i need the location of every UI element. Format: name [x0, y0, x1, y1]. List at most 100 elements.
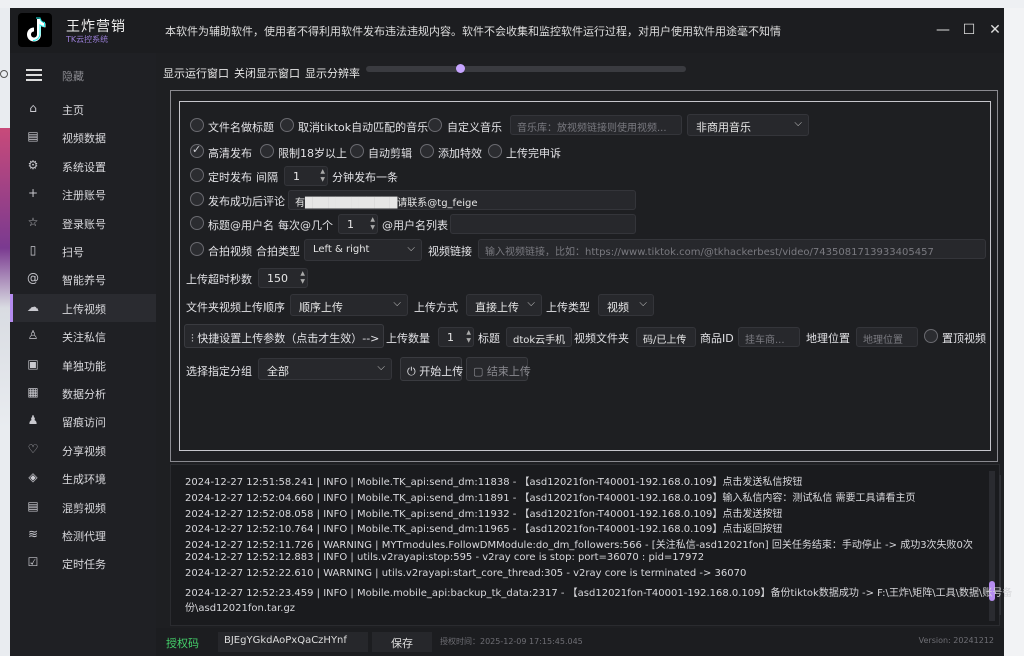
app-window: 王炸营销 TK云控系统 本软件为辅助软件，使用者不得利用软件发布违法违规内容。软…: [10, 8, 1012, 656]
start-upload-button[interactable]: ⏻ 开始上传: [400, 357, 463, 381]
checklist-icon: ☑: [27, 555, 39, 570]
sidebar-item-3[interactable]: + 注册账号: [10, 180, 156, 208]
duet-radio[interactable]: [190, 242, 204, 256]
upload-mode-label: 上传方式: [414, 301, 458, 314]
comment-after-radio[interactable]: [190, 192, 204, 206]
sidebar-item-14[interactable]: ▤ 混剪视频: [10, 493, 156, 521]
sidebar-item-9[interactable]: ▣ 单独功能: [10, 351, 156, 379]
sidebar-item-13[interactable]: ◈ 生成环境: [10, 464, 156, 492]
sidebar-item-10[interactable]: ▦ 数据分析: [10, 379, 156, 407]
upload-type-select[interactable]: 视频 ⌵: [598, 294, 654, 316]
sidebar-item-12[interactable]: ♡ 分享视频: [10, 436, 156, 464]
product-id-input[interactable]: 挂车商...: [738, 327, 800, 347]
interval-label: 间隔: [256, 171, 278, 184]
comment-input[interactable]: 有████████████请联系@tg_feige: [288, 190, 636, 210]
location-input[interactable]: 地理位置: [856, 327, 918, 347]
limit-18-radio[interactable]: [260, 144, 274, 158]
user-list-input[interactable]: [450, 214, 636, 234]
show-window-button[interactable]: 显示运行窗口: [163, 65, 229, 81]
custom-music-radio[interactable]: [428, 118, 442, 132]
music-library-input[interactable]: 音乐库：放视频链接则使用视频...: [510, 115, 682, 135]
sidebar-toggle[interactable]: 隐藏: [10, 61, 156, 89]
log-output[interactable]: 2024-12-27 12:51:58.241 | INFO | Mobile.…: [170, 464, 1012, 626]
disclaimer-notice: 本软件为辅助软件，使用者不得利用软件发布违法违规内容。软件不会收集和监控软件运行…: [165, 25, 781, 38]
users-icon: ♟: [27, 413, 39, 428]
save-button[interactable]: 保存: [372, 632, 432, 652]
minimize-button[interactable]: —: [934, 21, 952, 39]
group-select[interactable]: 全部 ⌵: [258, 358, 392, 380]
app-subtitle: TK云控系统: [66, 35, 109, 44]
sidebar-item-4[interactable]: ☆ 登录账号: [10, 209, 156, 237]
chevron-down-icon: ⌵: [377, 362, 385, 373]
sidebar-item-16[interactable]: ☑ 定时任务: [10, 549, 156, 577]
filename-title-radio[interactable]: [190, 118, 204, 132]
sidebar-item-label: 混剪视频: [62, 501, 106, 515]
sidebar-item-5[interactable]: ▯ 扫号: [10, 237, 156, 265]
sidebar-item-2[interactable]: ⚙ 系统设置: [10, 152, 156, 180]
hd-publish-checkbox[interactable]: [190, 143, 204, 158]
cancel-music-label: 取消tiktok自动匹配的音乐: [298, 121, 429, 134]
app-name: 王炸营销: [66, 19, 126, 35]
stop-upload-button[interactable]: ▢ 结束上传: [466, 357, 531, 381]
sidebar-item-7[interactable]: ☁ 上传视频: [10, 293, 156, 322]
log-line: 2024-12-27 12:52:04.660 | INFO | Mobile.…: [185, 492, 916, 504]
timeout-spinner[interactable]: 150 ▲ ▼: [258, 268, 308, 288]
video-link-input[interactable]: 输入视频链接，比如：https://www.tiktok.com/@tkhack…: [478, 239, 986, 259]
title-at-user-radio[interactable]: [190, 216, 204, 230]
sidebar: 隐藏 ⌂ 主页 ▤ 视频数据 ⚙ 系统设置 + 注册账号 ☆ 登录账号 ▯ 扫号 @ 智能养号 ☁ 上传视频 ♙…: [10, 53, 156, 656]
interval-unit: 分钟发布一条: [332, 171, 398, 184]
license-expiry: 授权时间：2025-12-09 17:15:45.045: [440, 637, 583, 646]
video-folder-input[interactable]: 码/已上传: [636, 327, 696, 347]
timeout-label: 上传超时秒数: [186, 273, 252, 286]
sidebar-item-label: 关注私信: [62, 331, 106, 345]
hide-window-button[interactable]: 关闭显示窗口: [234, 65, 300, 81]
slider-thumb[interactable]: [455, 64, 465, 73]
upload-count-spinner[interactable]: 1 ▲ ▼: [438, 327, 474, 347]
stop-icon: ▢: [473, 365, 487, 378]
film-strip-icon: ▤: [27, 498, 39, 513]
menu-icon[interactable]: [26, 69, 42, 81]
resolution-slider[interactable]: [366, 64, 686, 73]
cancel-music-radio[interactable]: [280, 118, 294, 132]
sidebar-item-label: 扫号: [62, 246, 84, 259]
auto-clip-radio[interactable]: [350, 144, 364, 158]
power-icon: ⏻: [407, 365, 420, 378]
close-button[interactable]: ✕: [986, 21, 1004, 39]
maximize-button[interactable]: ☐: [960, 21, 978, 39]
comment-after-label: 发布成功后评论: [208, 195, 285, 208]
scheduled-radio[interactable]: [190, 168, 204, 182]
quick-setting-button[interactable]: ⫶ 快捷设置上传参数（点击才生效）-->: [184, 324, 384, 348]
sidebar-item-0[interactable]: ⌂ 主页: [10, 95, 156, 123]
sidebar-item-label: 登录账号: [62, 217, 106, 231]
license-code-input[interactable]: BJEgYGkdAoPxQaCzHYnf: [218, 632, 368, 652]
sidebar-item-label: 上传视频: [62, 302, 106, 316]
sidebar-item-1[interactable]: ▤ 视频数据: [10, 123, 156, 151]
interval-spinner[interactable]: 1 ▲ ▼: [284, 166, 328, 186]
phone-icon: ▯: [29, 243, 37, 257]
sidebar-item-6[interactable]: @ 智能养号: [10, 265, 156, 293]
duet-type-select[interactable]: Left & right ⌵: [304, 239, 422, 261]
add-effects-radio[interactable]: [420, 144, 434, 158]
upload-mode-select[interactable]: 直接上传 ⌵: [466, 294, 542, 316]
upload-count-label: 上传数量: [386, 332, 430, 345]
sidebar-item-8[interactable]: ♙ 关注私信: [10, 322, 156, 350]
sidebar-item-label: 检测代理: [62, 530, 106, 543]
log-line: 2024-12-27 12:51:58.241 | INFO | Mobile.…: [185, 477, 803, 488]
upload-appeal-radio[interactable]: [488, 144, 502, 158]
title-input[interactable]: dtok云手机: [506, 327, 572, 347]
chevron-down-icon: ⌵: [393, 298, 401, 309]
chevron-down-icon: ⌵: [639, 298, 647, 309]
at-count-spinner[interactable]: 1 ▲ ▼: [338, 214, 378, 234]
music-type-select[interactable]: 非商用音乐 ⌵: [687, 114, 809, 136]
chevron-down-icon: ⌵: [527, 298, 535, 309]
scheduled-label: 定时发布: [208, 171, 252, 184]
folder-order-select[interactable]: 顺序上传 ⌵: [290, 294, 408, 316]
pin-video-radio[interactable]: [924, 329, 938, 343]
sidebar-item-label: 主页: [62, 104, 84, 117]
title-label: 标题: [478, 332, 500, 345]
user-add-icon: ♙: [27, 328, 39, 343]
log-line: 2024-12-27 12:52:22.610 | WARNING | util…: [185, 567, 747, 579]
sidebar-item-15[interactable]: ≋ 检测代理: [10, 521, 156, 549]
sidebar-item-11[interactable]: ♟ 留痕访问: [10, 407, 156, 435]
show-resolution-button[interactable]: 显示分辨率: [305, 65, 360, 81]
